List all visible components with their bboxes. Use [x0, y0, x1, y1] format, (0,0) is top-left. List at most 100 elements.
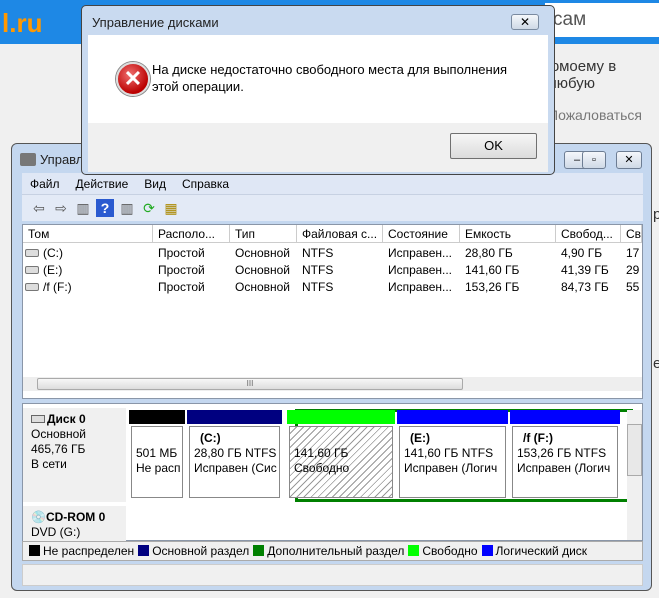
- partition-2[interactable]: 141,60 ГБ Свободно: [289, 426, 393, 498]
- legend-swatch: [408, 545, 420, 556]
- drive-icon: [25, 283, 39, 291]
- dialog-footer: OK: [88, 123, 548, 172]
- legend: Не распределен Основной раздел Дополнитель…: [22, 541, 643, 561]
- table-cell[interactable]: 41,39 ГБ: [556, 262, 621, 279]
- partition-bar: [187, 410, 282, 424]
- col-status[interactable]: Состояние: [383, 225, 460, 243]
- volume-name-cell[interactable]: /f (F:): [23, 279, 153, 296]
- table-cell[interactable]: Простой: [153, 262, 230, 279]
- table-cell[interactable]: 55: [621, 279, 642, 296]
- page-text: юмоему в любую: [548, 58, 617, 92]
- partition-3[interactable]: (E:) 141,60 ГБ NTFS Исправен (Логич: [399, 426, 506, 498]
- drive-icon: [25, 249, 39, 257]
- disk-map: Диск 0 Основной 465,76 ГБ В сети 501 МБ …: [22, 403, 643, 542]
- table-cell[interactable]: Простой: [153, 245, 230, 262]
- scrollbar-thumb[interactable]: III: [37, 378, 463, 390]
- vertical-scrollbar[interactable]: [627, 410, 642, 540]
- menu-file[interactable]: Файл: [22, 177, 68, 191]
- disk-management-window: Управление дисками – ▫ ✕ Файл Действие В…: [11, 143, 652, 591]
- site-search-input[interactable]: сам: [545, 3, 659, 37]
- scrollbar-thumb[interactable]: [627, 424, 642, 476]
- dialog-title: Управление дисками: [92, 15, 219, 30]
- ok-button[interactable]: OK: [450, 133, 537, 159]
- table-cell[interactable]: NTFS: [297, 245, 383, 262]
- table-cell[interactable]: NTFS: [297, 262, 383, 279]
- table-cell[interactable]: Основной: [230, 262, 297, 279]
- table-cell[interactable]: Исправен...: [383, 245, 460, 262]
- col-capacity[interactable]: Емкость: [460, 225, 556, 243]
- table-cell[interactable]: 4,90 ГБ: [556, 245, 621, 262]
- cdrom-label[interactable]: 💿CD-ROM 0 DVD (G:): [23, 506, 126, 542]
- show-hide-console-icon[interactable]: ▥: [74, 199, 92, 217]
- col-percent-free[interactable]: Св: [621, 225, 642, 243]
- legend-swatch: [253, 545, 265, 556]
- properties-icon[interactable]: ▦: [162, 199, 180, 217]
- table-cell[interactable]: Исправен...: [383, 262, 460, 279]
- partition-1[interactable]: (C:) 28,80 ГБ NTFS Исправен (Сис: [189, 426, 280, 498]
- refresh-icon[interactable]: ⟳: [140, 199, 158, 217]
- help-icon[interactable]: ?: [96, 199, 114, 217]
- back-icon[interactable]: ⇦: [30, 199, 48, 217]
- partition-4[interactable]: /f (F:) 153,26 ГБ NTFS Исправен (Логич: [512, 426, 618, 498]
- partition-bar: [510, 410, 620, 424]
- table-cell[interactable]: 84,73 ГБ: [556, 279, 621, 296]
- partition-bar: [129, 410, 185, 424]
- table-cell[interactable]: 29: [621, 262, 642, 279]
- volume-name-cell[interactable]: (E:): [23, 262, 153, 279]
- table-cell[interactable]: 17: [621, 245, 642, 262]
- partition-0[interactable]: 501 МБ Не расп: [131, 426, 183, 498]
- site-logo[interactable]: l.ru: [2, 8, 42, 39]
- action-pane-icon[interactable]: ▥: [118, 199, 136, 217]
- drive-icon: [25, 266, 39, 274]
- partition-bar: [397, 410, 508, 424]
- legend-item: Логический диск: [481, 544, 587, 558]
- col-type[interactable]: Тип: [230, 225, 297, 243]
- legend-swatch: [138, 545, 150, 556]
- disk-type: Основной: [31, 427, 87, 441]
- disk-size: 465,76 ГБ: [31, 442, 86, 456]
- page-text: р: [653, 206, 659, 223]
- col-filesystem[interactable]: Файловая с...: [297, 225, 383, 243]
- table-cell[interactable]: 28,80 ГБ: [460, 245, 556, 262]
- close-button[interactable]: ✕: [616, 151, 642, 169]
- legend-swatch: [481, 545, 493, 556]
- col-free[interactable]: Свобод...: [556, 225, 621, 243]
- legend-label: Дополнительный раздел: [267, 544, 405, 558]
- toolbar: ⇦ ⇨ ▥ ? ▥ ⟳ ▦: [22, 194, 643, 221]
- menu-help[interactable]: Справка: [174, 177, 237, 191]
- forward-icon[interactable]: ⇨: [52, 199, 70, 217]
- table-cell[interactable]: 153,26 ГБ: [460, 279, 556, 296]
- table-cell[interactable]: 141,60 ГБ: [460, 262, 556, 279]
- table-cell[interactable]: Основной: [230, 279, 297, 296]
- volume-list: Том Располо... Тип Файловая с... Состоян…: [22, 224, 643, 399]
- legend-label: Основной раздел: [152, 544, 250, 558]
- menu-action[interactable]: Действие: [68, 177, 137, 191]
- disk-status: В сети: [31, 457, 67, 471]
- legend-item: Основной раздел: [138, 544, 249, 558]
- disk-management-icon: [20, 153, 36, 166]
- col-volume[interactable]: Том: [23, 225, 153, 243]
- dialog-close-button[interactable]: ✕: [511, 14, 539, 30]
- partition-title: (E:): [410, 431, 430, 445]
- partition-state: Свободно: [294, 461, 350, 475]
- horizontal-scrollbar[interactable]: III: [23, 377, 642, 391]
- disk-name: Диск 0: [47, 412, 86, 426]
- report-link[interactable]: Пожаловаться: [548, 107, 642, 123]
- disk0-label[interactable]: Диск 0 Основной 465,76 ГБ В сети: [23, 408, 126, 502]
- legend-item: Свободно: [408, 544, 478, 558]
- partition-size: 153,26 ГБ NTFS: [517, 446, 607, 460]
- menu-view[interactable]: Вид: [136, 177, 174, 191]
- legend-label: Свободно: [422, 544, 478, 558]
- legend-swatch: [29, 545, 40, 556]
- table-cell[interactable]: NTFS: [297, 279, 383, 296]
- volume-name-cell[interactable]: (C:): [23, 245, 153, 262]
- dialog-body: ✕ На диске недостаточно свободного места…: [88, 35, 548, 123]
- page-text: е: [653, 355, 659, 372]
- col-layout[interactable]: Располо...: [153, 225, 230, 243]
- table-cell[interactable]: Простой: [153, 279, 230, 296]
- table-cell[interactable]: Исправен...: [383, 279, 460, 296]
- table-cell[interactable]: Основной: [230, 245, 297, 262]
- maximize-button[interactable]: ▫: [582, 151, 606, 169]
- cdrom-name: CD-ROM 0: [45, 510, 106, 524]
- cdrom-icon: 💿: [31, 510, 46, 524]
